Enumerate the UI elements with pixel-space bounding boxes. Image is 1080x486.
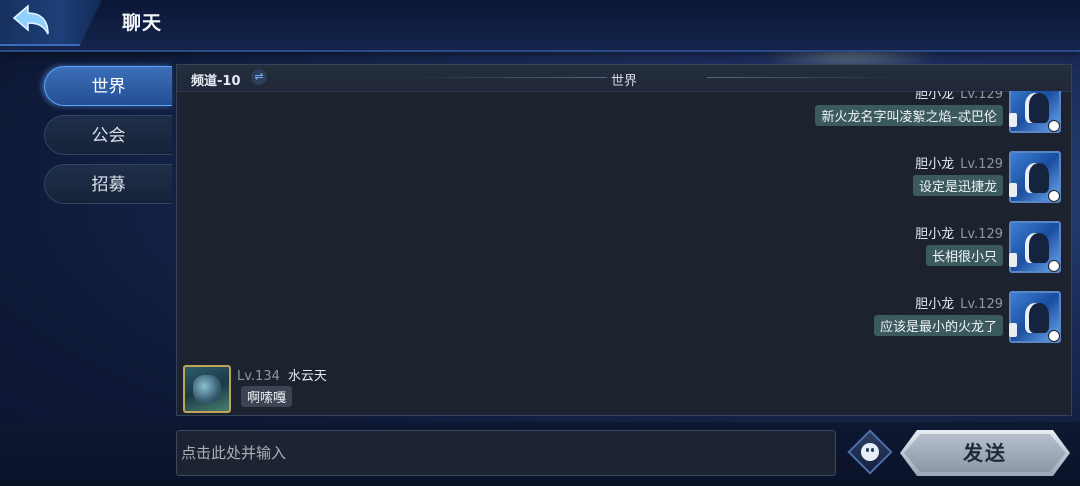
avatar-figure [1025,303,1049,333]
gem-icon [1009,113,1017,127]
chat-message: 胆小龙 Lv.129 新火龙名字叫凌絮之焰–忒巴伦 [665,91,1065,143]
chat-message: 胆小龙 Lv.129 长相很小只 [665,221,1065,283]
sender-name: 胆小龙 [915,91,955,102]
sender-name: 胆小龙 [915,297,955,312]
gem-icon [1009,323,1017,337]
dragon-avatar-icon [193,375,221,403]
gem-icon [1009,253,1017,267]
avatar-figure [1025,163,1049,193]
message-sender: Lv.134 水云天 [237,365,327,384]
message-sender: 胆小龙 Lv.129 [915,153,1003,172]
avatar-figure [1025,233,1049,263]
avatar[interactable] [1009,151,1061,203]
sender-level: Lv.134 [237,369,280,384]
message-list[interactable]: 胆小龙 Lv.129 新火龙名字叫凌絮之焰–忒巴伦 胆小龙 Lv.129 设定是迅捷… [177,91,1071,415]
chat-panel-header: 频道-10 ⇌ 世界 [177,65,1071,92]
sender-name: 胆小龙 [915,227,955,242]
chat-message: 胆小龙 Lv.129 设定是迅捷龙 [665,151,1065,213]
message-bubble: 长相很小只 [925,245,1003,266]
avatar[interactable] [183,365,231,413]
tab-recruit[interactable]: 招募 [44,164,172,204]
message-bubble: 啊嗦嘎 [241,386,293,407]
back-button[interactable] [0,0,102,46]
sender-level: Lv.129 [960,227,1003,242]
tab-world[interactable]: 世界 [44,66,172,106]
message-bubble: 应该是最小的火龙了 [873,315,1003,336]
avatar[interactable] [1009,221,1061,273]
sender-name: 水云天 [287,369,327,384]
message-bubble: 新火龙名字叫凌絮之焰–忒巴伦 [815,105,1003,126]
header-bar: 聊天 [0,0,1080,52]
sender-name: 胆小龙 [915,157,955,172]
chat-panel: 频道-10 ⇌ 世界 胆小龙 Lv.129 新火龙名字叫凌絮之焰–忒巴伦 胆小龙 L… [176,64,1072,416]
chat-message: 胆小龙 Lv.129 应该是最小的火龙了 [665,291,1065,353]
sender-level: Lv.129 [960,157,1003,172]
avatar[interactable] [1009,291,1061,343]
ball-icon [1048,190,1060,202]
sender-level: Lv.129 [960,91,1003,102]
ball-icon [1048,260,1060,272]
send-button-label: 发送 [963,441,1007,465]
emoji-icon [861,443,879,461]
tab-guild[interactable]: 公会 [44,115,172,155]
gem-icon [1009,183,1017,197]
send-button[interactable]: 发送 [900,430,1070,476]
message-sender: 胆小龙 Lv.129 [915,91,1003,102]
chat-input[interactable]: 点击此处并输入 [176,430,836,476]
divider [707,77,907,78]
message-sender: 胆小龙 Lv.129 [915,223,1003,242]
back-arrow-icon [12,4,49,35]
page-title: 聊天 [122,12,163,34]
sender-level: Lv.129 [960,297,1003,312]
ball-icon [1048,330,1060,342]
avatar[interactable] [1009,91,1061,133]
ball-icon [1048,120,1060,132]
emoji-button[interactable] [847,429,893,475]
chat-message: Lv.134 水云天 啊嗦嘎 [183,365,483,415]
avatar-figure [1025,93,1049,123]
chat-panel-title: 世界 [610,74,637,89]
message-bubble: 设定是迅捷龙 [912,175,1003,196]
message-sender: 胆小龙 Lv.129 [915,293,1003,312]
